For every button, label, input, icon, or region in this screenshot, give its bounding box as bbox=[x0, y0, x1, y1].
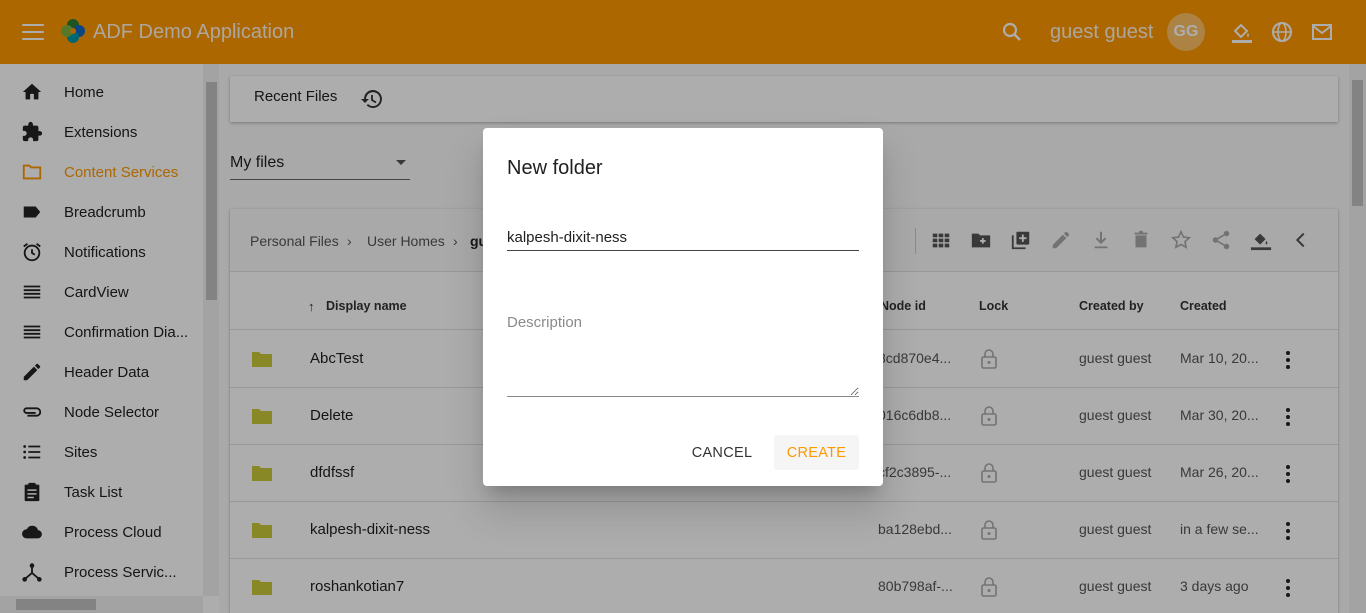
dialog-title: New folder bbox=[507, 157, 603, 179]
folder-name-input[interactable] bbox=[507, 224, 859, 251]
create-button[interactable]: CREATE bbox=[774, 435, 859, 470]
folder-description-input[interactable] bbox=[507, 309, 859, 397]
cancel-button[interactable]: CANCEL bbox=[683, 435, 761, 470]
new-folder-dialog: New folder CANCEL CREATE bbox=[483, 128, 883, 486]
